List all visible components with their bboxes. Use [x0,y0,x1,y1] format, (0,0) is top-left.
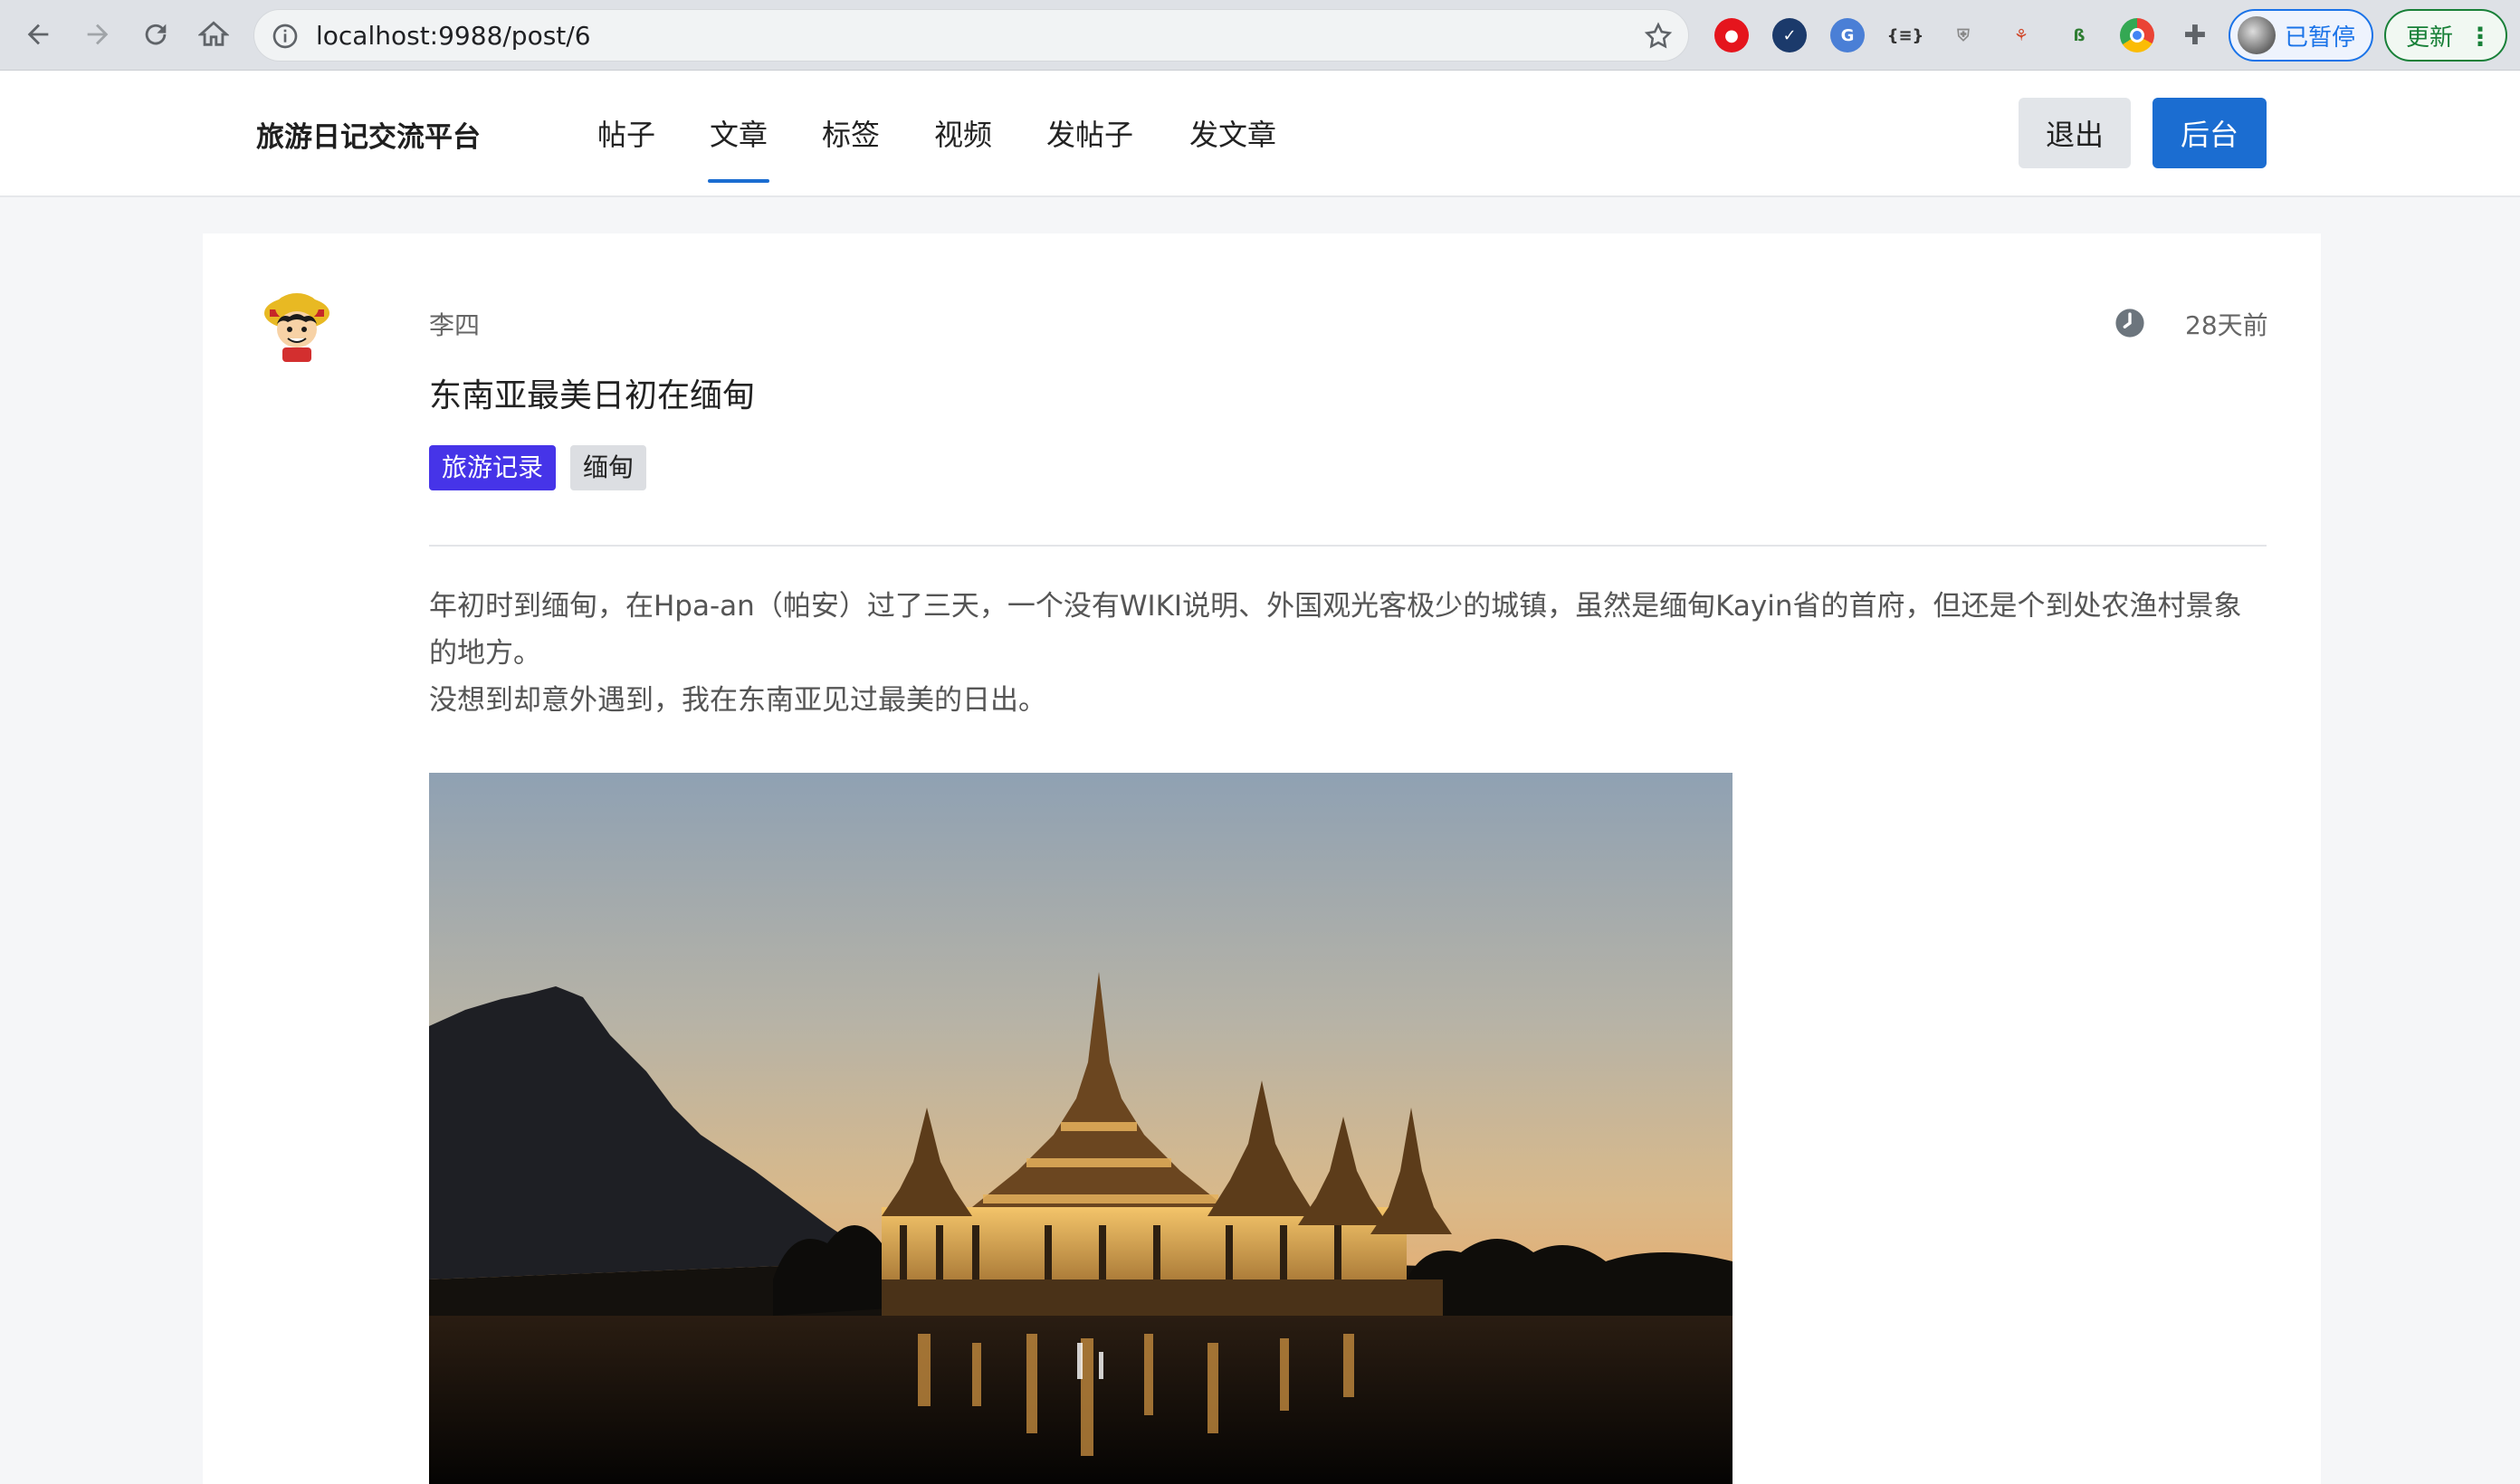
nav-new-post[interactable]: 发帖子 [1046,112,1133,154]
shield-extension-icon[interactable]: ⛨ [1946,18,1981,52]
post-paragraph: 年初时到缅甸，在Hpa-an（帕安）过了三天，一个没有WIKI说明、外国观光客极… [429,590,2242,670]
nav-articles[interactable]: 文章 [707,112,770,183]
puzzle-extensions-icon[interactable]: ✚ [2178,18,2212,52]
json-extension-icon[interactable]: {≡} [1887,18,1924,52]
arrow-right-icon [87,24,109,45]
nav-new-article[interactable]: 发文章 [1189,112,1276,154]
post-body: 年初时到缅甸，在Hpa-an（帕安）过了三天，一个没有WIKI说明、外国观光客极… [429,583,2267,724]
url-text: localhost:9988/post/6 [316,21,591,51]
bookmark-star-icon[interactable] [1643,21,1674,52]
update-label: 更新 [2406,24,2454,52]
profile-avatar [2238,16,2276,54]
nav-posts[interactable]: 帖子 [597,112,655,154]
address-bar[interactable]: localhost:9988/post/6 [253,9,1689,62]
check-extension-icon[interactable]: ✓ [1772,18,1807,52]
translate-extension-icon[interactable]: G [1830,18,1865,52]
nav-tags[interactable]: 标签 [822,112,880,154]
browser-toolbar: localhost:9988/post/6 ● ✓ G {≡} ⛨ ⚘ ß ✚ … [0,0,2520,71]
chrome-extension-icon[interactable] [2120,18,2154,52]
author-avatar[interactable] [262,286,331,362]
admin-button[interactable]: 后台 [2152,98,2267,168]
profile-status-label: 已暂停 [2285,24,2356,52]
post-photo-pagoda-sunrise [429,773,1732,1484]
adblock-extension-icon[interactable]: ● [1714,18,1749,52]
site-brand[interactable]: 旅游日记交流平台 [256,114,481,155]
divider [429,545,2267,547]
sitemap-extension-icon[interactable]: ⚘ [2004,18,2038,52]
post-card: 李四 28天前 东南亚最美日初在缅甸 旅游记录 缅甸 年初时到缅甸，在Hpa-a… [203,233,2321,1484]
post-time: 28天前 [2185,310,2268,340]
logout-button[interactable]: 退出 [2019,98,2131,168]
back-button[interactable] [16,13,60,56]
tag-myanmar[interactable]: 缅甸 [570,445,647,490]
update-button[interactable]: 更新 ⋮ [2384,9,2507,62]
home-button[interactable] [192,13,235,56]
clock-icon [2115,309,2144,338]
profile-button[interactable]: 已暂停 [2229,9,2373,62]
arrow-left-icon [27,24,49,45]
nav-videos[interactable]: 视频 [934,112,992,154]
forward-button[interactable] [76,13,119,56]
home-icon [198,21,229,46]
reload-icon [145,24,167,45]
link-extension-icon[interactable]: ß [2062,18,2096,52]
more-vert-icon: ⋮ [2468,22,2493,52]
reload-button[interactable] [134,13,177,56]
author-name[interactable]: 李四 [429,306,480,342]
post-title: 东南亚最美日初在缅甸 [429,377,756,414]
tag-travel-record[interactable]: 旅游记录 [429,445,557,490]
site-header: 旅游日记交流平台 帖子 文章 标签 视频 发帖子 发文章 退出 后台 [0,71,2520,197]
post-paragraph: 没想到却意外遇到，我在东南亚见过最美的日出。 [429,684,1046,717]
info-icon[interactable] [271,22,300,51]
